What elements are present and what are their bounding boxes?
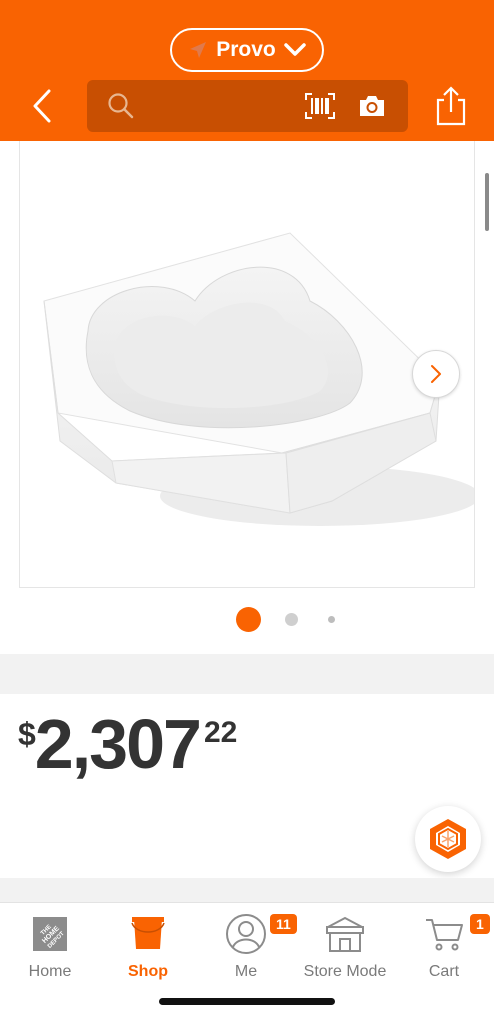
tab-home[interactable]: THE HOME DEPOT Home	[0, 913, 100, 993]
scrollbar-thumb[interactable]	[485, 173, 489, 231]
barcode-icon[interactable]	[305, 93, 335, 119]
pagination-dot[interactable]	[285, 613, 298, 626]
tab-label: Home	[28, 963, 72, 980]
bathtub-image	[43, 232, 474, 526]
search-bar[interactable]	[87, 80, 408, 132]
pagination-dot[interactable]	[328, 616, 335, 623]
product-price: $ 2,307 22	[18, 708, 237, 780]
product-gallery	[0, 141, 494, 654]
chevron-right-icon	[431, 365, 441, 383]
tab-shop[interactable]: Shop	[98, 913, 198, 993]
share-button[interactable]	[433, 86, 469, 126]
section-divider	[0, 878, 494, 902]
tab-store-mode[interactable]: Store Mode	[295, 913, 395, 993]
tab-me[interactable]: 11 Me	[196, 913, 297, 993]
home-indicator[interactable]	[159, 998, 335, 1005]
location-arrow-icon	[190, 42, 207, 58]
price-dollars: 2,307	[34, 705, 202, 783]
camera-icon[interactable]	[358, 95, 386, 117]
cart-icon	[419, 913, 469, 955]
next-image-button[interactable]	[412, 350, 460, 398]
gallery-pagination	[0, 606, 494, 632]
price-section: $ 2,307 22	[0, 694, 494, 878]
search-input[interactable]	[139, 88, 329, 124]
tab-label: Me	[234, 963, 258, 980]
cart-count-badge: 1	[470, 914, 490, 934]
tab-label: Store Mode	[303, 963, 387, 980]
notification-badge: 11	[270, 914, 297, 934]
back-icon	[33, 89, 51, 123]
section-divider	[0, 654, 494, 694]
store-icon	[320, 913, 370, 955]
price-currency: $	[18, 716, 36, 752]
assistant-logo-icon	[430, 819, 466, 859]
chat-assistant-button[interactable]	[415, 806, 481, 872]
tab-label: Shop	[128, 963, 168, 980]
pagination-dot-active[interactable]	[236, 607, 261, 632]
product-image[interactable]	[19, 141, 475, 588]
person-icon	[221, 913, 271, 955]
back-button[interactable]	[22, 86, 62, 126]
home-depot-logo-icon: THE HOME DEPOT	[25, 913, 75, 955]
store-selector[interactable]: Provo	[170, 28, 324, 72]
tab-label: Cart	[428, 963, 460, 980]
search-icon	[108, 93, 134, 119]
store-name: Provo	[216, 38, 276, 61]
shop-bucket-icon	[123, 913, 173, 955]
tab-cart[interactable]: 1 Cart	[394, 913, 494, 993]
share-icon	[436, 86, 466, 126]
price-cents: 22	[203, 716, 238, 749]
chevron-down-icon	[284, 43, 306, 56]
app-header: Provo	[0, 0, 494, 141]
